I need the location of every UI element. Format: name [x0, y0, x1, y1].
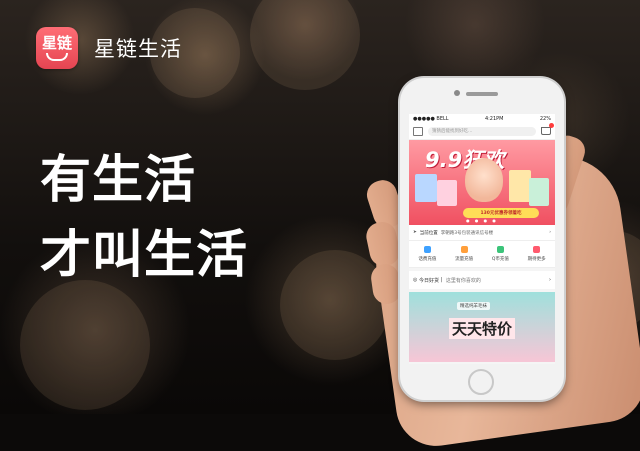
quick-nav: 话费充值 流量充值 Q币充值 期待更多 [409, 241, 555, 268]
cart-icon[interactable] [541, 123, 554, 135]
recommend-header[interactable]: ◎ 今日好货 | 这里有你喜欢的 › [409, 271, 555, 289]
coupon-badge[interactable]: 130元优惠券领着吃 [463, 208, 539, 218]
quicknav-item-phone-topup[interactable]: 话费充值 [418, 246, 436, 262]
battery: 22% [539, 115, 551, 122]
product-image [529, 178, 549, 206]
scan-icon[interactable] [413, 126, 423, 136]
special-offer-title: 天天特价 [449, 318, 516, 339]
quicknav-item-data-topup[interactable]: 流量充值 [455, 246, 473, 262]
slogan-line-2: 才叫生活 [40, 226, 249, 285]
status-bar: ●●●●● BELL 4:21PM 22% [409, 114, 555, 123]
phone-mockup: ●●●●● BELL 4:21PM 22% 猜猜后能找到好吃… 9.9狂欢 13… [400, 78, 564, 400]
promo-banner[interactable]: 9.9狂欢 130元优惠券领着吃 ● ● ● ● [409, 140, 555, 225]
chevron-right-icon: › [549, 230, 551, 235]
home-button[interactable] [468, 369, 494, 395]
quicknav-item-qcoin-topup[interactable]: Q币充值 [492, 246, 509, 262]
phone-screen: ●●●●● BELL 4:21PM 22% 猜猜后能找到好吃… 9.9狂欢 13… [409, 114, 555, 364]
carousel-dots: ● ● ● ● [466, 218, 498, 223]
carrier: ●●●●● BELL [413, 115, 449, 122]
cart-badge [549, 123, 554, 128]
brand-header: 星链 星链生活 [36, 27, 182, 69]
location-label: 当前位置 [419, 230, 438, 236]
chevron-right-icon: › [549, 277, 551, 283]
search-input[interactable]: 猜猜后能找到好吃… [428, 126, 536, 136]
app-top-bar: 猜猜后能找到好吃… [409, 123, 555, 140]
product-image [437, 180, 457, 206]
slogan-line-1: 有生活 [40, 151, 197, 210]
more-icon [533, 246, 541, 253]
app-logo-icon: 星链 [36, 27, 78, 69]
data-topup-icon [460, 246, 468, 253]
app-logo-text: 星链 [41, 34, 72, 52]
location-address: 李朝路3号包装通讯信号楼 [440, 230, 494, 236]
phone-speaker [466, 92, 498, 96]
qcoin-topup-icon [496, 246, 504, 253]
special-offer-banner[interactable]: 精选纯羊毛袜 天天特价 [409, 292, 555, 362]
quicknav-item-more[interactable]: 期待更多 [528, 246, 546, 262]
location-icon: ➤ [413, 230, 417, 235]
phone-topup-icon [423, 246, 431, 253]
recommend-title: 今日好货 [418, 277, 439, 284]
location-bar[interactable]: ➤ 当前位置 李朝路3号包装通讯信号楼 › [409, 225, 555, 241]
recommend-subtitle: 这里有你喜欢的 [445, 277, 481, 284]
special-offer-caption: 精选纯羊毛袜 [457, 302, 490, 310]
clock: 4:21PM [484, 115, 504, 122]
product-image [415, 174, 437, 202]
baby-image [465, 158, 503, 202]
product-image [509, 170, 531, 202]
brand-name: 星链生活 [94, 37, 182, 61]
